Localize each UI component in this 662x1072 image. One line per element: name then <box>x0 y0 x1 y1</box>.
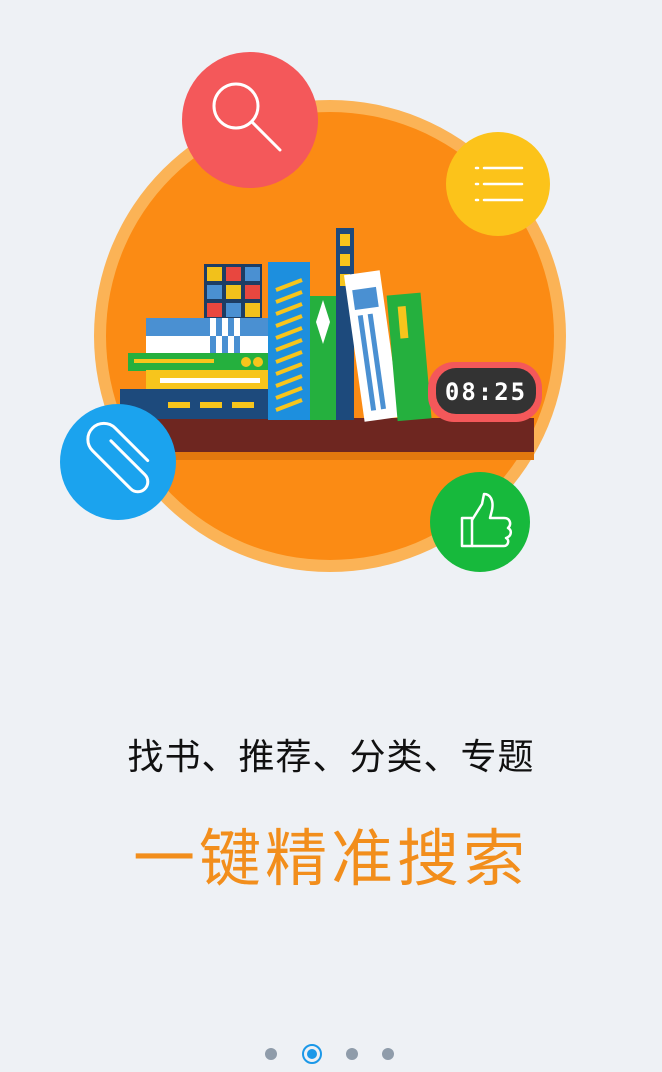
rubik-cube <box>204 264 262 320</box>
bookshelf-illustration: 08:25 <box>60 52 566 572</box>
like-bubble[interactable] <box>430 472 530 572</box>
page-dot-1[interactable] <box>265 1048 277 1060</box>
search-bubble[interactable] <box>182 52 318 188</box>
page-indicator <box>0 1042 662 1066</box>
page-dot-3[interactable] <box>346 1048 358 1060</box>
feature-headline: 一键精准搜索 <box>132 822 529 895</box>
paperclip-bubble[interactable] <box>60 404 176 520</box>
page-dot-2[interactable] <box>302 1044 322 1064</box>
page-dot-4[interactable] <box>382 1048 394 1060</box>
feature-subtitle: 找书、推荐、分类、专题 <box>127 737 535 778</box>
digital-clock: 08:25 <box>428 362 542 422</box>
menu-bubble[interactable] <box>446 132 550 236</box>
onboarding-screen[interactable]: 08:25 找书、推荐、分类、专题 一键精准搜索 <box>0 0 662 1072</box>
clock-display: 08:25 <box>445 378 527 406</box>
bookshelf <box>118 418 534 460</box>
